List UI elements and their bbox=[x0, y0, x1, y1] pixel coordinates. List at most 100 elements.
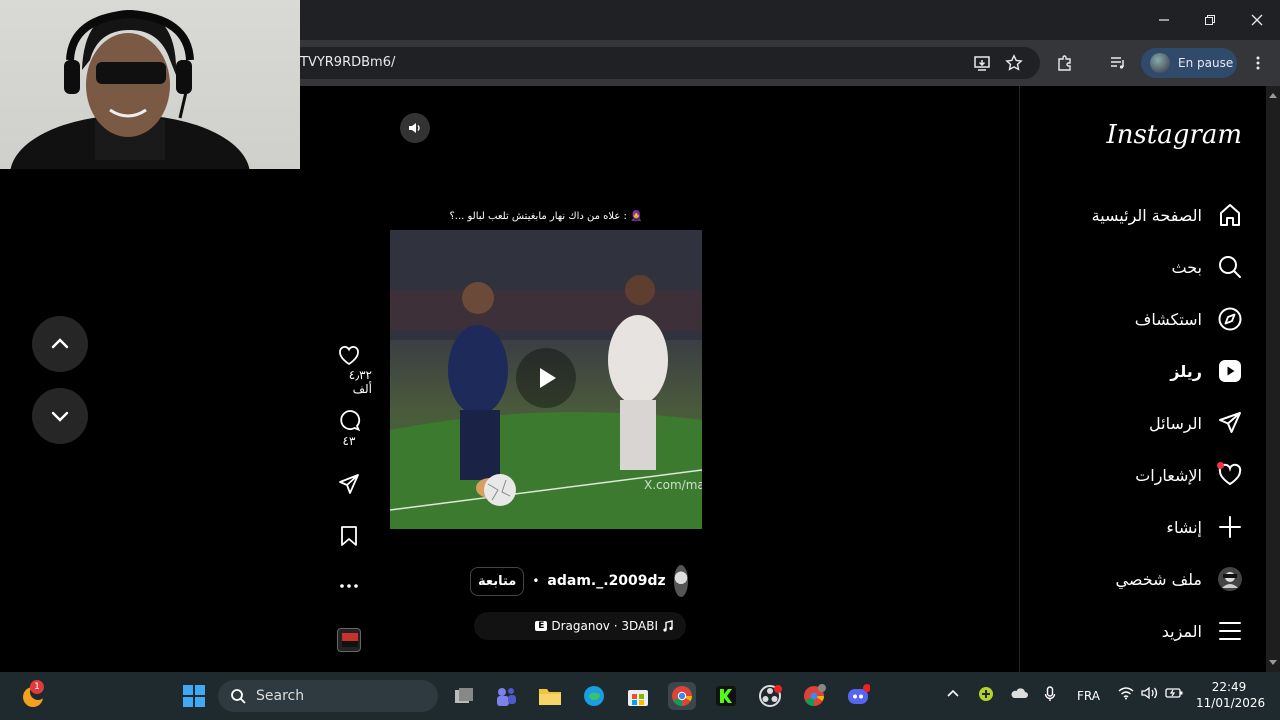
sidebar-item-explore[interactable]: استكشاف bbox=[1030, 297, 1244, 341]
sidebar-item-label: ملف شخصي bbox=[1115, 569, 1202, 589]
author-separator: • bbox=[532, 574, 540, 588]
notification-badge: 1 bbox=[30, 680, 44, 694]
minimize-icon bbox=[1159, 19, 1169, 21]
like-count: ٤٫٣٢ ألف bbox=[348, 368, 372, 396]
microphone-icon[interactable] bbox=[1044, 686, 1056, 705]
address-bar-url[interactable]: TVYR9RDBm6/ bbox=[300, 55, 395, 70]
share-action[interactable] bbox=[326, 472, 372, 496]
reel-caption: 🧕 : علاه من داك نهار مابغيتش تلعب لبالو … bbox=[449, 211, 643, 222]
tray-overflow-icon[interactable] bbox=[946, 686, 960, 703]
save-action[interactable] bbox=[326, 524, 372, 548]
extensions-puzzle-icon[interactable] bbox=[1053, 51, 1077, 75]
sidebar-item-notifications[interactable]: الإشعارات bbox=[1030, 453, 1244, 497]
store-icon bbox=[628, 690, 648, 706]
play-button[interactable] bbox=[516, 348, 576, 408]
search-placeholder: Search bbox=[256, 688, 305, 704]
install-app-icon[interactable] bbox=[970, 51, 994, 75]
reel-player[interactable]: 🧕 : علاه من داك نهار مابغيتش تلعب لبالو … bbox=[390, 103, 702, 656]
sidebar-item-reels[interactable]: ريلز bbox=[1030, 349, 1244, 393]
sidebar-item-profile[interactable]: ملف شخصي bbox=[1030, 557, 1244, 601]
discord-icon bbox=[848, 684, 870, 704]
close-window-button[interactable] bbox=[1235, 6, 1279, 34]
home-icon bbox=[1216, 201, 1244, 229]
compass-icon bbox=[1216, 305, 1244, 333]
onedrive-icon[interactable] bbox=[1010, 686, 1028, 703]
close-icon bbox=[1251, 14, 1263, 26]
video-watermark: X.com/ma bbox=[644, 478, 702, 492]
taskbar-clock[interactable]: 22:49 11/01/2026 bbox=[1196, 679, 1266, 711]
audio-thumbnail[interactable] bbox=[337, 628, 361, 652]
sidebar-item-messages[interactable]: الرسائل bbox=[1030, 401, 1244, 445]
teams-icon bbox=[497, 688, 516, 706]
mute-toggle-button[interactable] bbox=[400, 113, 430, 143]
kick-icon bbox=[716, 686, 736, 706]
sidebar-item-more[interactable]: المزيد bbox=[1030, 609, 1244, 653]
search-icon bbox=[1216, 253, 1244, 281]
previous-reel-button[interactable] bbox=[32, 316, 88, 372]
reels-icon bbox=[1216, 357, 1244, 385]
edge-browser-app[interactable] bbox=[580, 682, 608, 710]
kick-app[interactable] bbox=[712, 682, 740, 710]
wifi-icon[interactable] bbox=[1118, 686, 1134, 703]
start-button[interactable] bbox=[180, 682, 208, 710]
sidebar-item-search[interactable]: بحث bbox=[1030, 245, 1244, 289]
more-options-action[interactable] bbox=[326, 580, 372, 592]
task-view-button[interactable] bbox=[450, 682, 478, 710]
sidebar-item-home[interactable]: الصفحة الرئيسية bbox=[1030, 193, 1244, 237]
sidebar-item-label: الصفحة الرئيسية bbox=[1091, 205, 1202, 225]
play-icon bbox=[540, 368, 556, 388]
page-scrollbar[interactable] bbox=[1266, 86, 1280, 672]
file-explorer-app[interactable] bbox=[536, 682, 564, 710]
sidebar-item-label: ريلز bbox=[1170, 361, 1202, 381]
folder-icon bbox=[539, 689, 561, 705]
author-avatar[interactable] bbox=[673, 565, 688, 597]
bookmark-star-icon[interactable] bbox=[1002, 51, 1026, 75]
reel-audio-link[interactable]: E Draganov · 3DABI bbox=[474, 612, 686, 640]
profile-status-label: En pause bbox=[1178, 56, 1234, 70]
sidebar-item-label: إنشاء bbox=[1166, 517, 1202, 537]
follow-button[interactable]: متابعة bbox=[470, 566, 525, 596]
chrome-app-active[interactable] bbox=[668, 682, 696, 710]
comment-count: ٤٣ bbox=[342, 434, 356, 448]
sidebar-item-create[interactable]: إنشاء bbox=[1030, 505, 1244, 549]
restore-button[interactable] bbox=[1188, 6, 1232, 34]
battery-icon[interactable] bbox=[1165, 686, 1183, 703]
sidebar-item-label: الرسائل bbox=[1149, 413, 1202, 433]
sidebar-item-label: استكشاف bbox=[1134, 309, 1202, 329]
edge-icon bbox=[584, 686, 604, 706]
profile-paused-button[interactable]: En pause bbox=[1141, 48, 1237, 78]
send-icon[interactable] bbox=[337, 472, 361, 496]
widgets-button[interactable]: 1 bbox=[20, 680, 48, 710]
comment-icon[interactable] bbox=[337, 408, 361, 432]
media-control-icon[interactable] bbox=[1106, 51, 1130, 75]
author-username[interactable]: adam._.2009dz bbox=[547, 573, 665, 589]
discord-app[interactable] bbox=[844, 682, 872, 710]
explicit-badge: E bbox=[535, 621, 548, 631]
comment-action[interactable]: ٤٣ bbox=[326, 408, 372, 448]
sidebar-item-label: بحث bbox=[1171, 257, 1203, 277]
instagram-logo[interactable]: Instagram bbox=[1090, 120, 1242, 150]
next-reel-button[interactable] bbox=[32, 388, 88, 444]
plus-icon bbox=[1216, 513, 1244, 541]
volume-icon[interactable] bbox=[1141, 686, 1159, 703]
more-dots-icon[interactable] bbox=[337, 580, 361, 592]
taskbar-search[interactable]: Search bbox=[218, 680, 438, 712]
send-icon bbox=[1216, 409, 1244, 437]
address-bar[interactable] bbox=[288, 47, 1040, 79]
browser-menu-icon[interactable] bbox=[1246, 51, 1270, 75]
teams-app[interactable] bbox=[492, 682, 520, 710]
sidebar-item-label: الإشعارات bbox=[1135, 465, 1202, 485]
minimize-button[interactable] bbox=[1142, 6, 1186, 34]
input-language[interactable]: FRA bbox=[1077, 689, 1100, 703]
music-note-icon bbox=[663, 620, 673, 632]
bookmark-icon[interactable] bbox=[337, 524, 361, 548]
heart-icon[interactable] bbox=[337, 344, 361, 366]
clock-date: 11/01/2026 bbox=[1196, 696, 1266, 710]
store-app[interactable] bbox=[624, 682, 652, 710]
tray-app-icon[interactable] bbox=[978, 686, 994, 705]
task-view-icon bbox=[455, 688, 473, 703]
sidebar-divider bbox=[1019, 86, 1020, 672]
obs-app[interactable] bbox=[756, 682, 784, 710]
like-action[interactable]: ٤٫٣٢ ألف bbox=[326, 344, 372, 396]
chrome-profile-app[interactable] bbox=[800, 682, 828, 710]
